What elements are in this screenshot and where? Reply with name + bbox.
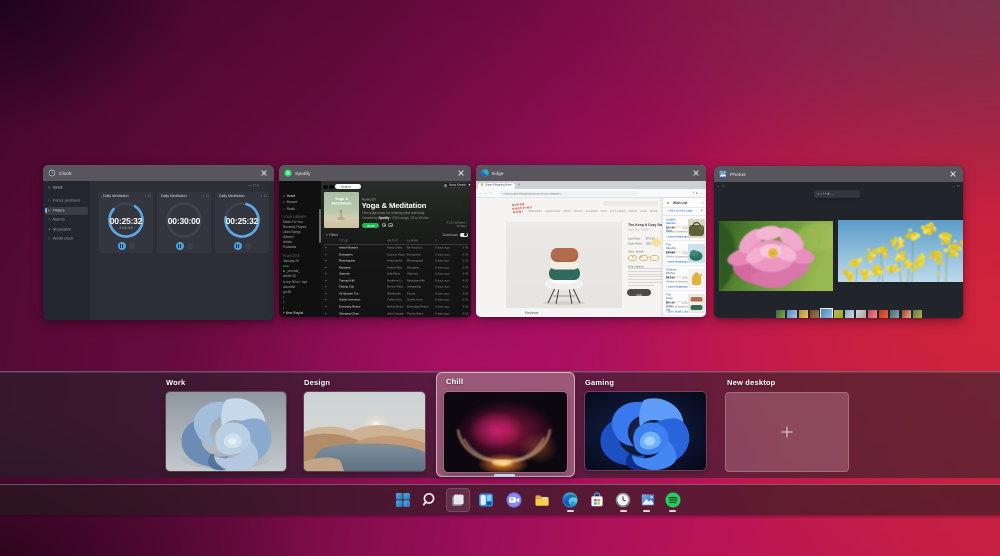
svg-text:Meditation: Meditation xyxy=(331,200,352,205)
